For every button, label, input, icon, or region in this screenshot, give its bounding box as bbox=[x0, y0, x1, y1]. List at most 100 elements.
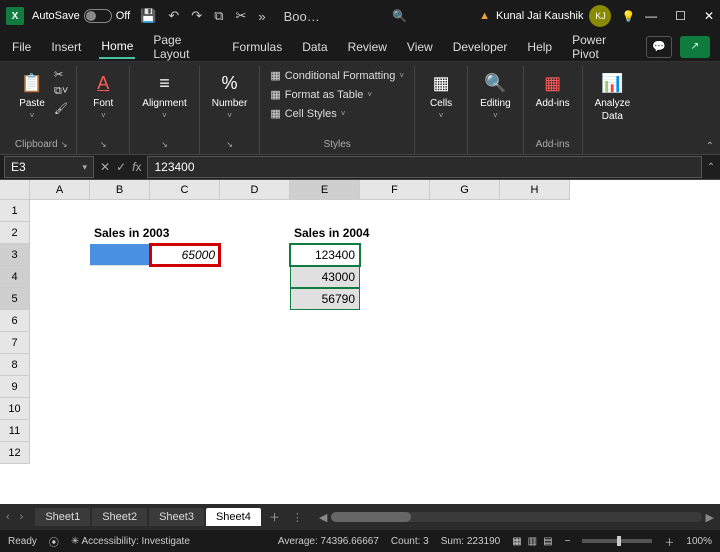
fx-icon[interactable]: fx bbox=[132, 160, 141, 174]
col-header-d[interactable]: D bbox=[220, 180, 290, 200]
copy-icon[interactable]: ⧉ bbox=[214, 8, 223, 24]
close-icon[interactable]: ✕ bbox=[704, 9, 714, 23]
lightbulb-icon[interactable]: 💡 bbox=[621, 10, 635, 23]
redo-icon[interactable]: ↷ bbox=[191, 8, 202, 24]
horizontal-scrollbar[interactable]: ◀ ▶ bbox=[319, 511, 714, 524]
scroll-right-icon[interactable]: ▶ bbox=[706, 511, 714, 524]
tab-help[interactable]: Help bbox=[525, 36, 554, 58]
view-page-layout-icon[interactable]: ▥ bbox=[528, 536, 537, 547]
tab-file[interactable]: File bbox=[10, 36, 33, 58]
row-header-7[interactable]: 7 bbox=[0, 332, 30, 354]
row-header-1[interactable]: 1 bbox=[0, 200, 30, 222]
col-header-h[interactable]: H bbox=[500, 180, 570, 200]
more-qat-icon[interactable]: » bbox=[258, 9, 265, 24]
col-header-e[interactable]: E bbox=[290, 180, 360, 200]
sheet-tab-4[interactable]: Sheet4 bbox=[206, 508, 261, 526]
minimize-icon[interactable]: — bbox=[645, 9, 657, 23]
view-page-break-icon[interactable]: ▤ bbox=[543, 536, 552, 547]
tab-formulas[interactable]: Formulas bbox=[230, 36, 284, 58]
conditional-formatting-button[interactable]: ▦Conditional Formatting bbox=[268, 68, 406, 83]
sheet-next-icon[interactable]: › bbox=[20, 511, 24, 523]
sheet-tab-1[interactable]: Sheet1 bbox=[35, 508, 90, 526]
font-launcher-icon[interactable]: ↘ bbox=[100, 140, 107, 149]
zoom-out-icon[interactable]: − bbox=[565, 536, 571, 547]
addins-button[interactable]: ▦Add-ins bbox=[532, 68, 574, 111]
col-header-a[interactable]: A bbox=[30, 180, 90, 200]
macro-record-icon[interactable]: ⦿ bbox=[49, 534, 59, 549]
format-painter-button[interactable]: 🖌 bbox=[54, 102, 68, 115]
view-normal-icon[interactable]: ▦ bbox=[512, 536, 521, 547]
add-sheet-icon[interactable]: ＋ bbox=[269, 509, 280, 525]
formula-input[interactable]: 123400 bbox=[147, 156, 702, 178]
cell-e4[interactable]: 43000 bbox=[290, 266, 360, 288]
clipboard-launcher-icon[interactable]: ↘ bbox=[61, 140, 68, 149]
row-header-12[interactable]: 12 bbox=[0, 442, 30, 464]
analyze-data-button[interactable]: 📊AnalyzeData bbox=[591, 68, 635, 124]
cell-e3[interactable]: 123400 bbox=[290, 244, 360, 266]
zoom-in-icon[interactable]: ＋ bbox=[664, 534, 674, 549]
zoom-slider[interactable] bbox=[582, 539, 652, 543]
row-header-9[interactable]: 9 bbox=[0, 376, 30, 398]
user-account[interactable]: ▲ Kunal Jai Kaushik KJ bbox=[479, 5, 611, 27]
tab-review[interactable]: Review bbox=[346, 36, 389, 58]
paste-button[interactable]: 📋Paste bbox=[14, 68, 50, 122]
cell-b3[interactable] bbox=[90, 244, 150, 266]
number-launcher-icon[interactable]: ↘ bbox=[226, 140, 233, 149]
cells-button[interactable]: ▦Cells bbox=[423, 68, 459, 122]
sheet-prev-icon[interactable]: ‹ bbox=[6, 511, 10, 523]
cell-c3[interactable]: 65000 bbox=[150, 244, 220, 266]
row-header-8[interactable]: 8 bbox=[0, 354, 30, 376]
alignment-button[interactable]: ≡Alignment bbox=[138, 68, 190, 122]
tab-insert[interactable]: Insert bbox=[49, 36, 83, 58]
row-header-11[interactable]: 11 bbox=[0, 420, 30, 442]
spreadsheet-grid[interactable]: A B C D E F G H 1 2 3 4 5 6 7 8 9 10 11 … bbox=[0, 180, 720, 504]
alignment-launcher-icon[interactable]: ↘ bbox=[161, 140, 168, 149]
cells-area[interactable]: Sales in 2003 65000 Sales in 2004 123400… bbox=[30, 200, 720, 504]
row-header-6[interactable]: 6 bbox=[0, 310, 30, 332]
row-header-4[interactable]: 4 bbox=[0, 266, 30, 288]
document-title[interactable]: Boo… bbox=[284, 9, 320, 24]
tab-page-layout[interactable]: Page Layout bbox=[151, 29, 214, 65]
accessibility-status[interactable]: ✳ Accessibility: Investigate bbox=[71, 536, 190, 547]
row-header-2[interactable]: 2 bbox=[0, 222, 30, 244]
undo-icon[interactable]: ↶ bbox=[168, 8, 179, 24]
tab-view[interactable]: View bbox=[405, 36, 435, 58]
tab-power-pivot[interactable]: Power Pivot bbox=[570, 29, 630, 65]
tab-developer[interactable]: Developer bbox=[451, 36, 510, 58]
editing-button[interactable]: 🔍Editing bbox=[476, 68, 515, 122]
expand-formula-icon[interactable]: ⌃ bbox=[702, 162, 720, 173]
font-button[interactable]: AFont bbox=[85, 68, 121, 122]
sheet-tab-3[interactable]: Sheet3 bbox=[149, 508, 204, 526]
zoom-level[interactable]: 100% bbox=[686, 536, 712, 547]
search-icon[interactable]: 🔍 bbox=[392, 9, 407, 23]
cell-styles-button[interactable]: ▦Cell Styles bbox=[268, 106, 406, 121]
copy-button[interactable]: ⧉˅ bbox=[54, 85, 68, 98]
row-header-10[interactable]: 10 bbox=[0, 398, 30, 420]
format-as-table-button[interactable]: ▦Format as Table bbox=[268, 87, 406, 102]
search-area[interactable]: 🔍 bbox=[320, 9, 479, 23]
name-box-dropdown-icon[interactable]: ▾ bbox=[82, 162, 87, 173]
cancel-formula-icon[interactable]: ✕ bbox=[100, 160, 110, 174]
cut-button[interactable]: ✂ bbox=[54, 68, 68, 81]
select-all-corner[interactable] bbox=[0, 180, 30, 200]
autosave-toggle[interactable]: AutoSave Off bbox=[32, 9, 130, 23]
cell-b2[interactable]: Sales in 2003 bbox=[90, 222, 220, 244]
switch-icon[interactable] bbox=[84, 9, 112, 23]
scroll-thumb[interactable] bbox=[331, 512, 411, 522]
sheet-tab-2[interactable]: Sheet2 bbox=[92, 508, 147, 526]
comments-button[interactable]: 💬 bbox=[646, 36, 672, 58]
save-icon[interactable]: 💾 bbox=[140, 8, 156, 24]
cell-e5[interactable]: 56790 bbox=[290, 288, 360, 310]
tab-home[interactable]: Home bbox=[99, 35, 135, 59]
row-header-3[interactable]: 3 bbox=[0, 244, 30, 266]
name-box[interactable]: E3 ▾ bbox=[4, 156, 94, 178]
user-avatar[interactable]: KJ bbox=[589, 5, 611, 27]
tab-data[interactable]: Data bbox=[300, 36, 329, 58]
share-button[interactable]: ↗ bbox=[680, 36, 710, 58]
scroll-left-icon[interactable]: ◀ bbox=[319, 511, 327, 524]
enter-formula-icon[interactable]: ✓ bbox=[116, 160, 126, 174]
maximize-icon[interactable]: ☐ bbox=[675, 9, 686, 23]
number-button[interactable]: %Number bbox=[208, 68, 252, 122]
sheet-tabs-menu-icon[interactable]: ⋮ bbox=[292, 511, 303, 524]
col-header-b[interactable]: B bbox=[90, 180, 150, 200]
